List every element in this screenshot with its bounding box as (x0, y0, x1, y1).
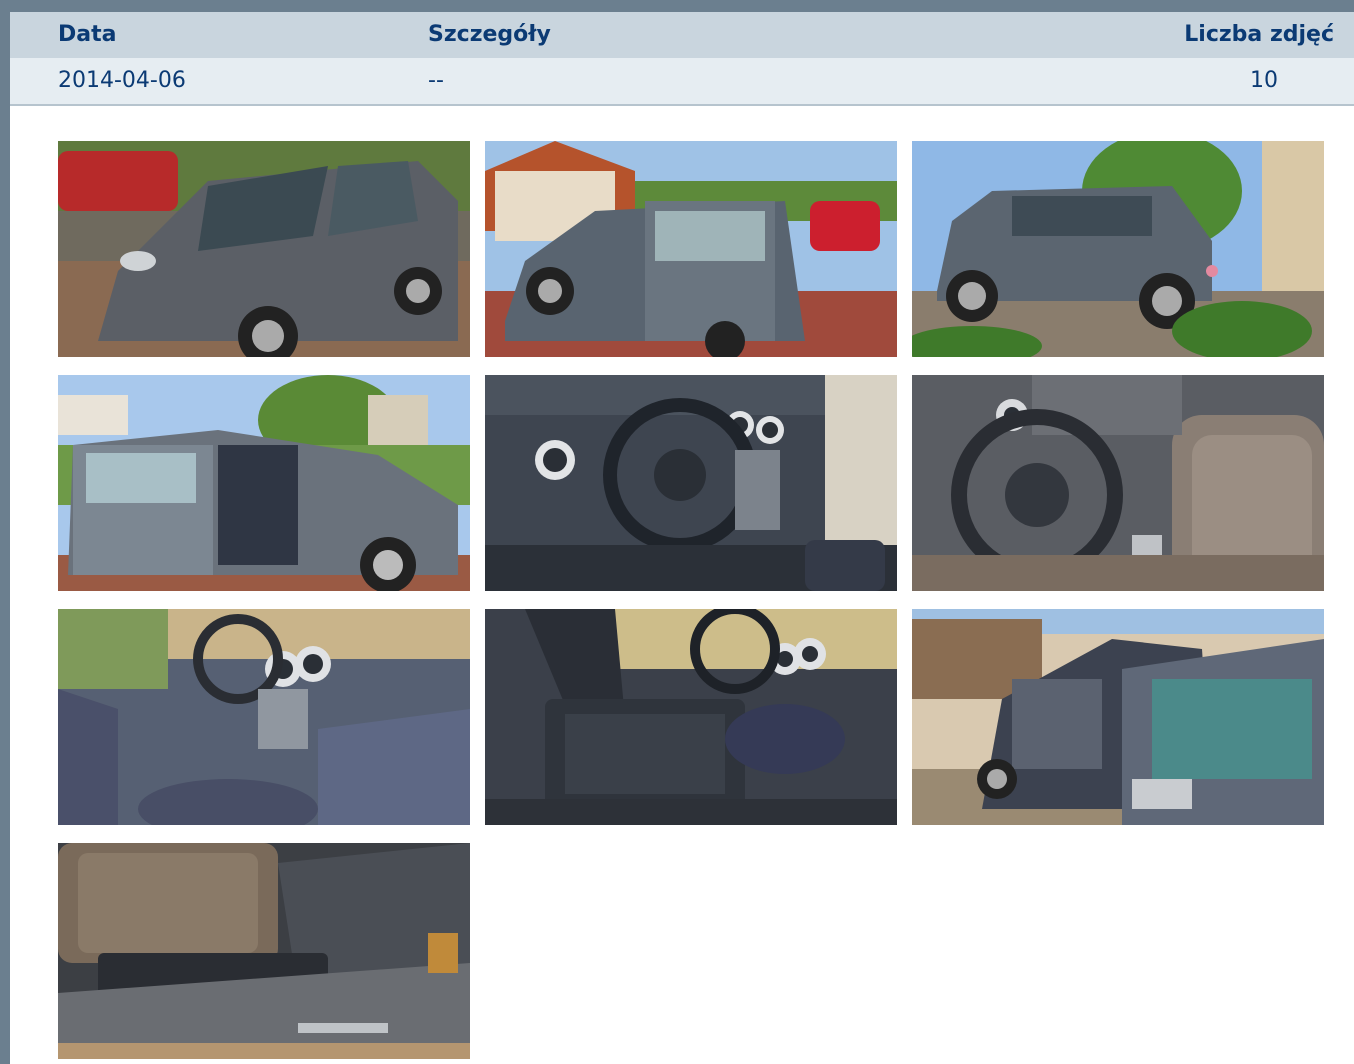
cell-date: 2014-04-06 (58, 68, 186, 93)
photo-thumbnail-6[interactable] (912, 375, 1324, 591)
left-frame-border (0, 0, 10, 1064)
photo-thumbnail-8[interactable] (485, 609, 897, 825)
photo-thumbnail-9[interactable] (912, 609, 1324, 825)
table-header-row: Data Szczegóły Liczba zdjęć (10, 12, 1354, 58)
cell-photo-count: 10 (1250, 68, 1278, 93)
top-frame-border (0, 0, 1354, 12)
table-row: 2014-04-06 -- 10 (10, 58, 1354, 106)
column-header-photo-count: Liczba zdjęć (1184, 22, 1334, 47)
cell-details: -- (428, 68, 444, 93)
column-header-date: Data (58, 22, 117, 47)
photo-thumbnail-7[interactable] (58, 609, 470, 825)
photo-thumbnail-1[interactable] (58, 141, 470, 357)
photo-thumbnail-10[interactable] (58, 843, 470, 1059)
photo-thumbnail-4[interactable] (58, 375, 470, 591)
photo-thumbnail-3[interactable] (912, 141, 1324, 357)
column-header-details: Szczegóły (428, 22, 551, 47)
photo-thumbnail-5[interactable] (485, 375, 897, 591)
photo-thumbnail-2[interactable] (485, 141, 897, 357)
